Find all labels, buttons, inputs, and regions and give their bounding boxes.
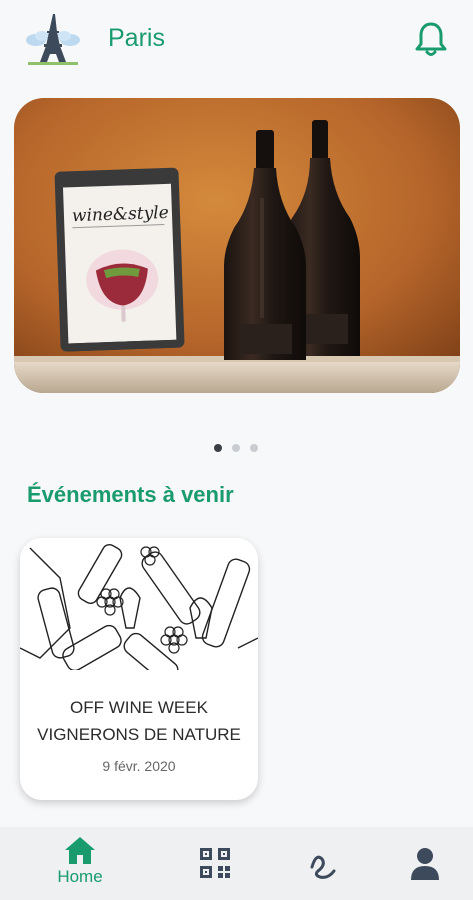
carousel-dot-3[interactable]	[250, 444, 258, 452]
city-name[interactable]: Paris	[108, 24, 165, 53]
carousel-slide-image: wine&style	[14, 98, 460, 393]
event-title: OFF WINE WEEK VIGNERONS DE NATURE	[20, 694, 258, 748]
carousel-pagination[interactable]	[214, 444, 258, 452]
carousel-dot-1[interactable]	[214, 444, 222, 452]
user-icon	[411, 848, 439, 880]
event-card[interactable]: OFF WINE WEEK VIGNERONS DE NATURE 9 févr…	[20, 538, 258, 800]
tab-home[interactable]: Home	[40, 827, 120, 900]
bell-icon[interactable]	[414, 20, 448, 58]
event-title-line-2: VIGNERONS DE NATURE	[37, 725, 241, 744]
tab-profile[interactable]	[385, 827, 465, 900]
event-image	[20, 538, 258, 670]
app-header: Paris	[0, 0, 473, 80]
carousel-dot-2[interactable]	[232, 444, 240, 452]
qr-code-icon	[200, 848, 230, 878]
home-icon	[65, 837, 95, 864]
event-date: 9 févr. 2020	[102, 758, 176, 774]
featured-carousel[interactable]: wine&style	[14, 98, 460, 393]
tab-qr-code[interactable]	[175, 827, 255, 900]
bottom-tab-bar: Home	[0, 827, 473, 900]
tab-home-label: Home	[57, 867, 103, 886]
event-title-line-1: OFF WINE WEEK	[70, 698, 208, 717]
magazine-title: wine&style	[72, 203, 169, 226]
eiffel-tower-icon	[26, 14, 80, 65]
tab-explore[interactable]	[283, 827, 363, 900]
upcoming-events-title: Événements à venir	[27, 482, 234, 507]
squiggle-icon	[310, 855, 336, 879]
